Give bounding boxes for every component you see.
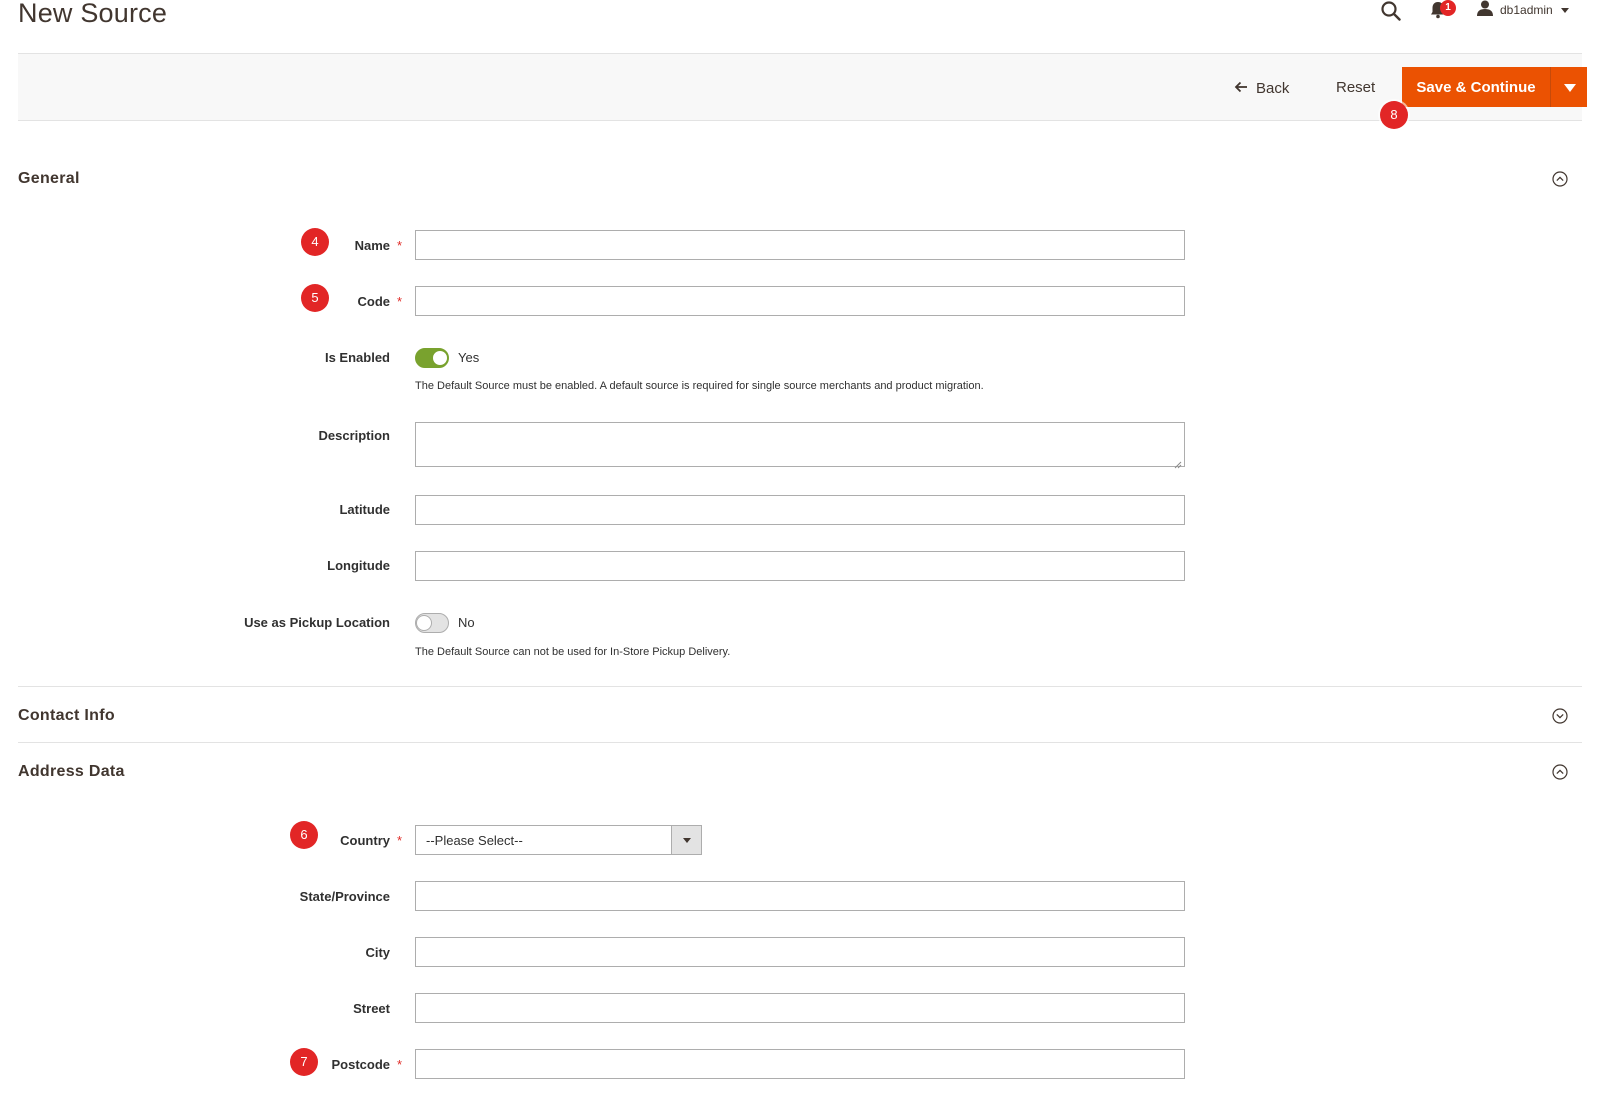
required-asterisk: * (397, 294, 403, 309)
back-label: Back (1256, 79, 1290, 97)
step-marker-save: 8 (1380, 101, 1408, 129)
section-divider (18, 686, 1582, 687)
longitude-label: Longitude (327, 558, 390, 573)
toggle-knob (432, 350, 448, 366)
latitude-label: Latitude (339, 502, 390, 517)
username: db1admin (1500, 3, 1553, 17)
select-toggle[interactable] (671, 826, 701, 854)
country-select[interactable]: --Please Select-- (415, 825, 702, 855)
description-label: Description (318, 428, 390, 443)
country-select-value: --Please Select-- (426, 833, 523, 848)
section-divider (18, 742, 1582, 743)
user-icon (1476, 0, 1494, 22)
arrow-left-icon (1234, 80, 1248, 97)
required-asterisk: * (397, 1057, 403, 1072)
required-asterisk: * (397, 833, 403, 848)
section-general-title[interactable]: General (18, 170, 80, 188)
section-contact-info-title[interactable]: Contact Info (18, 707, 115, 725)
street-input[interactable] (415, 993, 1185, 1023)
chevron-down-icon (683, 838, 691, 843)
resize-handle-icon[interactable] (1174, 456, 1182, 469)
back-button[interactable]: Back (1234, 77, 1289, 99)
required-asterisk: * (397, 238, 403, 253)
save-continue-button[interactable]: Save & Continue (1402, 67, 1550, 107)
section-address-data-title[interactable]: Address Data (18, 763, 125, 781)
chevron-circle-down-icon[interactable] (1552, 708, 1568, 724)
page-title: New Source (18, 0, 168, 28)
step-marker-country: 6 (290, 821, 318, 849)
is-enabled-label: Is Enabled (324, 350, 390, 365)
chevron-circle-up-icon[interactable] (1552, 171, 1568, 187)
state-province-label: State/Province (299, 889, 390, 904)
pickup-location-label: Use as Pickup Location (244, 615, 390, 630)
city-input[interactable] (415, 937, 1185, 967)
chevron-down-icon (1560, 7, 1569, 13)
street-label: Street (353, 1001, 390, 1016)
step-marker-postcode: 7 (290, 1048, 318, 1076)
name-label: Name (354, 238, 390, 253)
pickup-location-toggle[interactable] (415, 613, 449, 633)
notification-badge[interactable]: 1 (1440, 0, 1456, 16)
chevron-circle-up-icon[interactable] (1552, 764, 1568, 780)
code-label: Code (357, 294, 391, 309)
description-textarea[interactable] (415, 422, 1185, 469)
is-enabled-note: The Default Source must be enabled. A de… (415, 380, 984, 392)
is-enabled-toggle[interactable] (415, 348, 449, 368)
search-icon[interactable] (1380, 0, 1404, 24)
latitude-input[interactable] (415, 495, 1185, 525)
postcode-label: Postcode (331, 1057, 390, 1072)
country-label: Country (340, 833, 390, 848)
city-label: City (365, 945, 390, 960)
page-actions-bar: Back Reset Save & Continue (18, 53, 1587, 121)
pickup-location-value: No (458, 615, 475, 630)
postcode-input[interactable] (415, 1049, 1185, 1079)
save-options-dropdown[interactable] (1550, 67, 1587, 107)
toggle-knob (416, 615, 432, 631)
user-menu[interactable]: db1admin (1476, 0, 1569, 20)
code-input[interactable] (415, 286, 1185, 316)
step-marker-name: 4 (301, 228, 329, 256)
reset-button[interactable]: Reset (1336, 77, 1375, 99)
state-province-input[interactable] (415, 881, 1185, 911)
name-input[interactable] (415, 230, 1185, 260)
longitude-input[interactable] (415, 551, 1185, 581)
pickup-location-note: The Default Source can not be used for I… (415, 646, 731, 658)
step-marker-code: 5 (301, 284, 329, 312)
chevron-down-icon (1564, 84, 1576, 92)
is-enabled-value: Yes (458, 350, 480, 365)
